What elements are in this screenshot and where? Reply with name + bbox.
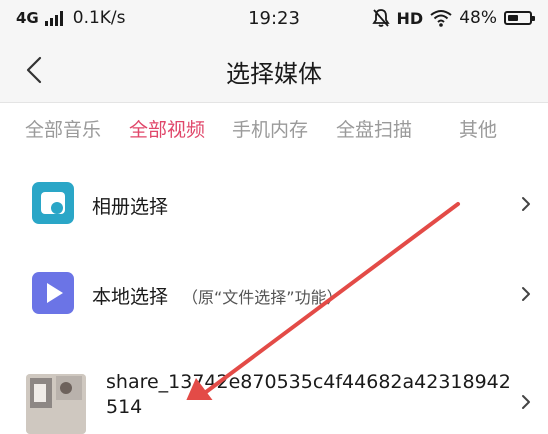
local-select-title: 本地选择 [92,286,169,308]
battery-icon [504,11,535,25]
chevron-right-icon [522,197,530,211]
chevron-right-icon [522,287,530,301]
status-bar: 4G 0.1K/s 19:23 HD 48% [0,0,548,38]
battery-level [508,15,518,21]
page-title: 选择媒体 [226,60,322,88]
tab-other[interactable]: 其他 [459,115,497,142]
chevron-left-icon [26,56,42,84]
local-select-item[interactable]: 本地选择 （原“文件选择”功能） [0,250,548,340]
wifi-icon [430,10,452,27]
local-select-note: （原“文件选择”功能） [182,288,343,307]
video-file-name[interactable]: share_13742e870535c4f44682a42318942514 [106,370,516,420]
mute-icon [371,9,390,27]
tab-all-music[interactable]: 全部音乐 [25,115,101,142]
media-tabs: 全部音乐 全部视频 手机内存 全盘扫描 其他 [0,103,548,153]
album-select-label: 相册选择 [92,196,169,218]
tab-full-scan[interactable]: 全盘扫描 [336,115,412,142]
nav-bar: 选择媒体 [0,38,548,103]
play-icon [32,272,74,314]
chevron-right-icon [522,395,530,409]
local-select-label: 本地选择 （原“文件选择”功能） [92,282,343,309]
video-thumbnail[interactable] [26,374,86,434]
photo-album-icon [32,182,74,224]
status-right: HD 48% [371,8,535,28]
back-button[interactable] [18,52,58,88]
album-select-item[interactable]: 相册选择 [0,160,548,250]
battery-percent: 48% [459,8,497,28]
tab-phone-storage[interactable]: 手机内存 [232,115,308,142]
tab-all-videos[interactable]: 全部视频 [129,115,205,142]
hd-indicator: HD [396,8,424,28]
